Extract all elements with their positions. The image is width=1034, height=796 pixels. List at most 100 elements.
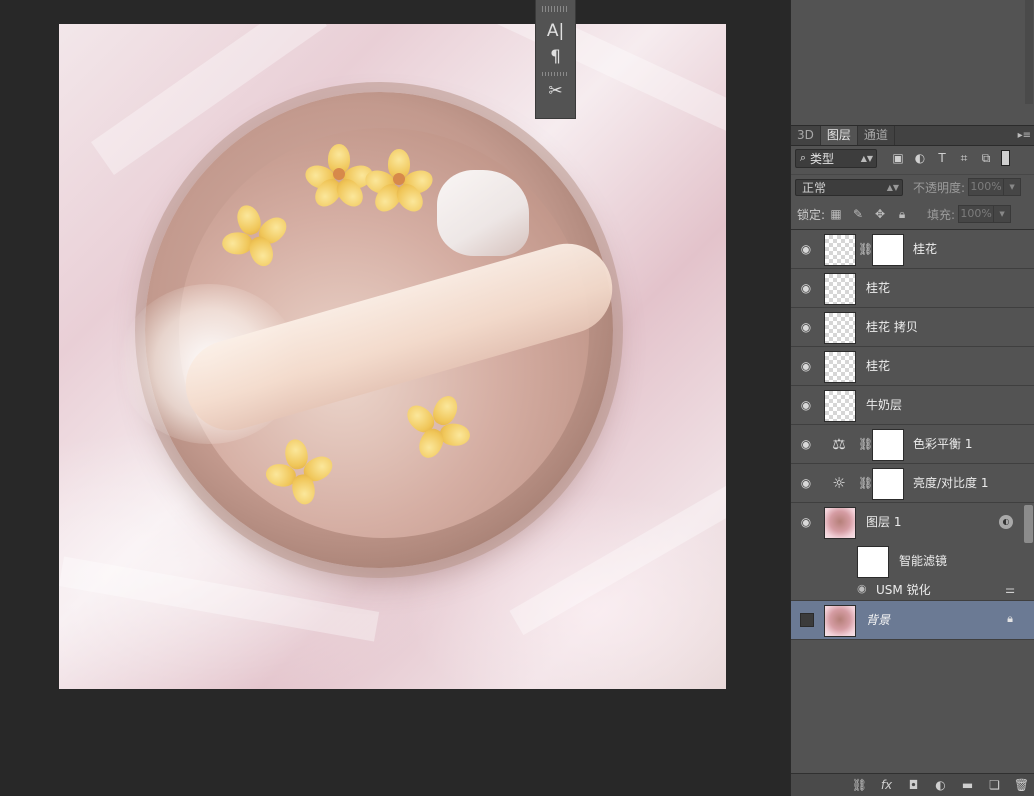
upper-scrollbar[interactable] — [1025, 0, 1033, 104]
image-canvas[interactable] — [59, 24, 726, 689]
eye-icon[interactable]: ◉ — [796, 239, 816, 259]
opacity-input[interactable]: 100% — [968, 178, 1005, 196]
opacity-label: 不透明度: — [913, 180, 966, 195]
layer-row[interactable]: ◉ 桂花 — [791, 347, 1034, 386]
layer-row[interactable]: ◉ 桂花 — [791, 269, 1034, 308]
layer-row[interactable]: ◉ 图层 1 ◐ — [791, 503, 1034, 541]
document-area: A| ¶ ✂ — [0, 0, 790, 795]
paper-fold — [486, 24, 726, 146]
lock-pixels-icon[interactable]: ✎ — [847, 207, 869, 221]
lock-row: 锁定: ▦ ✎ ✥ 🔒︎ 填充: 100% ▼ — [791, 202, 1034, 226]
blend-mode-value: 正常 — [802, 180, 827, 195]
window-reflection — [437, 170, 529, 256]
character-panel-icon[interactable]: A| — [536, 18, 575, 44]
fx-icon[interactable]: fx — [873, 778, 900, 792]
floating-tool-panel: A| ¶ ✂ — [535, 0, 576, 119]
visibility-toggle[interactable] — [800, 613, 814, 627]
adjustment-filter-icon[interactable]: ◐ — [909, 151, 931, 165]
eye-icon[interactable]: ◉ — [796, 434, 816, 454]
smart-filter-mask-thumbnail[interactable] — [857, 546, 889, 578]
layer-row[interactable]: ◉ 桂花 拷贝 — [791, 308, 1034, 347]
layer-name: 色彩平衡 1 — [913, 437, 973, 451]
blend-row: 正常 ▲▼ 不透明度: 100% ▼ — [791, 174, 1034, 199]
layer-thumbnail — [824, 390, 856, 422]
stepper-arrows-icon: ▲▼ — [860, 153, 873, 163]
right-panel-dock: 3D 图层 通道 ▸≡ ⌕ 类型 ▲▼ ▣ ◐ T ⌗ ⧉ 正常 ▲▼ 不透明度… — [790, 0, 1034, 796]
link-icon[interactable]: ⛓ — [846, 778, 873, 792]
panel-menu-icon[interactable]: ▸≡ — [1018, 126, 1034, 145]
chain-link-icon[interactable]: ⛓ — [858, 434, 873, 454]
layers-list: ◉ ⛓ 桂花 ◉ 桂花 ◉ 桂花 拷贝 ◉ 桂花 ◉ 牛奶层 ◉ ⚖ ⛓ 色彩平… — [791, 229, 1034, 775]
layer-row[interactable]: ◉ ⚖ ⛓ 色彩平衡 1 — [791, 425, 1034, 464]
shape-filter-icon[interactable]: ⌗ — [953, 151, 975, 166]
layer-name: 桂花 — [913, 242, 938, 256]
opacity-dropdown-icon[interactable]: ▼ — [1004, 178, 1022, 196]
fill-input[interactable]: 100% — [958, 205, 995, 223]
new-layer-icon[interactable]: ❏ — [981, 778, 1008, 792]
osmanthus-flower — [302, 144, 376, 212]
smart-filter-badge-icon[interactable]: ◐ — [999, 515, 1013, 529]
filter-kind-label: 类型 — [810, 151, 835, 166]
lock-transparency-icon[interactable]: ▦ — [825, 207, 847, 221]
blend-mode-select[interactable]: 正常 ▲▼ — [795, 178, 903, 196]
smart-object-filter-icon[interactable]: ⧉ — [975, 151, 997, 166]
osmanthus-flower — [362, 149, 436, 217]
layers-scrollbar[interactable] — [1024, 505, 1033, 543]
layer-mask-thumbnail[interactable] — [872, 468, 904, 500]
lock-icon: 🔒︎ — [1007, 612, 1013, 625]
fill-label: 填充: — [927, 207, 956, 222]
lock-all-icon[interactable]: 🔒︎ — [891, 207, 913, 222]
layer-row[interactable]: 背景 🔒︎ — [791, 601, 1034, 640]
paper-fold — [59, 556, 380, 642]
layer-row[interactable]: ◉ ⛓ 桂花 — [791, 230, 1034, 269]
search-icon: ⌕ — [799, 151, 807, 164]
panel-grip[interactable] — [542, 6, 569, 12]
layer-mask-thumbnail[interactable] — [872, 234, 904, 266]
filter-kind-select[interactable]: ⌕ 类型 ▲▼ — [795, 148, 877, 168]
eye-icon[interactable]: ◉ — [796, 512, 816, 532]
eye-icon[interactable]: ◉ — [796, 317, 816, 337]
layer-name: 桂花 — [866, 281, 891, 295]
layer-row[interactable]: ◉ ☼ ⛓ 亮度/对比度 1 — [791, 464, 1034, 503]
brightness-icon: ☼ — [832, 474, 846, 492]
eye-icon[interactable]: ◉ — [796, 278, 816, 298]
layer-name: 图层 1 — [866, 515, 902, 529]
lock-position-icon[interactable]: ✥ — [869, 207, 891, 221]
adjustment-icon[interactable]: ◐ — [927, 778, 954, 792]
eye-icon[interactable]: ◉ — [796, 356, 816, 376]
tool-presets-icon[interactable]: ✂ — [536, 78, 575, 104]
layer-row[interactable]: ◉ 牛奶层 — [791, 386, 1034, 425]
fill-dropdown-icon[interactable]: ▼ — [994, 205, 1012, 223]
smart-filters-row[interactable]: 智能滤镜 — [791, 542, 1034, 580]
lock-label: 锁定: — [797, 207, 826, 222]
layer-filter-row: ⌕ 类型 ▲▼ ▣ ◐ T ⌗ ⧉ — [791, 146, 1034, 170]
chain-link-icon[interactable]: ⛓ — [858, 473, 873, 493]
layer-thumbnail — [824, 507, 856, 539]
layer-thumbnail — [824, 273, 856, 305]
paragraph-panel-icon[interactable]: ¶ — [536, 44, 575, 70]
eye-icon[interactable]: ◉ — [796, 473, 816, 493]
trash-icon[interactable]: 🗑︎ — [1008, 778, 1034, 792]
folder-icon[interactable]: ▬ — [954, 778, 981, 792]
type-filter-icon[interactable]: T — [931, 151, 953, 165]
eye-icon[interactable]: ◉ — [857, 582, 867, 595]
layer-mask-thumbnail[interactable] — [872, 429, 904, 461]
layer-thumbnail — [824, 351, 856, 383]
paper-fold — [509, 480, 726, 636]
chain-link-icon[interactable]: ⛓ — [858, 239, 873, 259]
smart-filter-item[interactable]: ◉ USM 锐化 ⚌ — [791, 580, 1034, 601]
tab-channels[interactable]: 通道 — [858, 126, 895, 145]
layer-name: 亮度/对比度 1 — [913, 476, 989, 490]
tab-layers[interactable]: 图层 — [820, 126, 858, 145]
layer-thumbnail — [824, 234, 856, 266]
filter-toggle[interactable] — [1001, 150, 1010, 166]
tab-3d[interactable]: 3D — [791, 126, 821, 145]
layer-name: 牛奶层 — [866, 398, 903, 412]
eye-icon[interactable]: ◉ — [796, 395, 816, 415]
filter-options-icon[interactable]: ⚌ — [1005, 583, 1015, 596]
layer-thumbnail — [824, 312, 856, 344]
image-filter-icon[interactable]: ▣ — [887, 151, 909, 165]
mask-icon[interactable]: ◘ — [900, 778, 927, 792]
layer-thumbnail — [824, 605, 856, 637]
smart-filter-name: USM 锐化 — [876, 583, 931, 597]
